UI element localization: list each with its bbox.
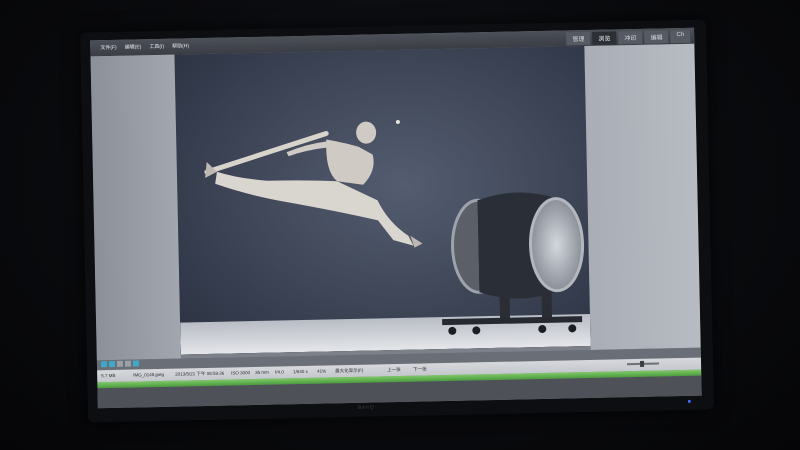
tab-manage[interactable]: 管理 bbox=[566, 31, 591, 46]
rotate-left-icon[interactable] bbox=[100, 361, 107, 368]
fit-to-screen-button[interactable]: 最大化显示(F) bbox=[335, 368, 363, 375]
status-aperture: f/4.0 bbox=[275, 369, 284, 375]
staff-shape bbox=[204, 130, 329, 175]
flying-object bbox=[395, 119, 400, 124]
menu-tools[interactable]: 工具(I) bbox=[149, 43, 164, 50]
next-image-button[interactable]: 下一张 bbox=[413, 366, 427, 372]
status-shutter: 1/640 s bbox=[293, 368, 308, 375]
menu-file[interactable]: 文件(F) bbox=[100, 44, 117, 51]
monitor-brand-logo: BenQ bbox=[357, 404, 375, 411]
photo-viewer[interactable] bbox=[174, 46, 591, 355]
photo-content bbox=[180, 119, 591, 355]
tool-icons bbox=[100, 360, 139, 368]
status-filename: IMG_0148.jpeg bbox=[133, 371, 164, 378]
status-focal: 35 mm bbox=[255, 369, 269, 376]
zoom-slider[interactable] bbox=[627, 360, 660, 367]
delete-icon[interactable] bbox=[116, 360, 123, 367]
menu-edit[interactable]: 编辑(E) bbox=[125, 43, 142, 50]
menu-help[interactable]: 帮助(H) bbox=[172, 42, 189, 49]
status-iso: ISO 3000 bbox=[231, 370, 251, 376]
tab-edit[interactable]: 编辑 bbox=[644, 30, 669, 44]
tab-print[interactable]: 冲印 bbox=[618, 30, 643, 45]
rotate-right-icon[interactable] bbox=[108, 360, 115, 368]
prev-image-button[interactable]: 上一张 bbox=[387, 367, 401, 373]
info-icon[interactable] bbox=[124, 360, 131, 367]
power-led-icon bbox=[687, 399, 691, 403]
menu-bar: 文件(F) 编辑(E) 工具(I) 帮助(H) bbox=[100, 42, 189, 51]
right-panel bbox=[584, 43, 701, 350]
left-panel bbox=[90, 54, 181, 361]
status-filesize: 5.7 MB bbox=[101, 372, 116, 379]
monitor-bezel: 文件(F) 编辑(E) 工具(I) 帮助(H) 管理 浏览 冲印 编辑 Ch 5… bbox=[79, 19, 715, 423]
zoom-slider-knob[interactable] bbox=[639, 360, 645, 367]
tab-view[interactable]: 浏览 bbox=[592, 31, 617, 45]
status-zoom-percent: 41% bbox=[317, 368, 327, 374]
slideshow-icon[interactable] bbox=[132, 360, 139, 367]
tab-cloud[interactable]: Ch bbox=[670, 29, 691, 44]
status-datetime: 2013/5/21 下午 08:59:36 bbox=[175, 370, 225, 377]
mode-tabs: 管理 浏览 冲印 编辑 Ch bbox=[566, 29, 691, 46]
drum-shape bbox=[442, 192, 585, 335]
monitor-screen: 文件(F) 编辑(E) 工具(I) 帮助(H) 管理 浏览 冲印 编辑 Ch 5… bbox=[90, 27, 702, 409]
